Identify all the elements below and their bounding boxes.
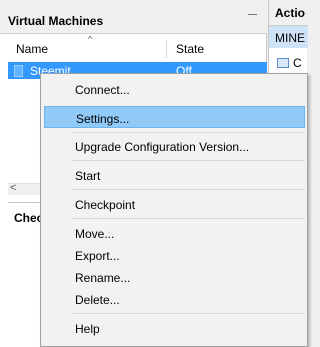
menu-separator	[72, 218, 305, 219]
connect-icon[interactable]	[277, 58, 289, 68]
virtual-machine-icon	[14, 65, 23, 77]
menu-item-label: Start	[75, 169, 101, 183]
vm-context-menu: Connect... Settings... Upgrade Configura…	[40, 73, 308, 347]
menu-item-start[interactable]: Start	[44, 164, 305, 186]
column-header-name[interactable]: Name	[16, 42, 48, 56]
menu-item-label: Checkpoint	[75, 198, 136, 212]
column-divider[interactable]	[166, 40, 167, 58]
actions-title: Actio	[275, 6, 305, 20]
menu-item-rename[interactable]: Rename...	[44, 266, 305, 288]
menu-item-delete[interactable]: Delete...	[44, 288, 305, 310]
menu-item-move[interactable]: Move...	[44, 222, 305, 244]
menu-item-label: Rename...	[75, 271, 131, 285]
virtual-machines-header: Virtual Machines	[0, 0, 267, 34]
menu-item-help[interactable]: Help	[44, 317, 305, 339]
menu-item-label: Upgrade Configuration Version...	[75, 140, 250, 154]
menu-item-settings[interactable]: Settings...	[44, 106, 305, 128]
action-item[interactable]: C	[293, 56, 302, 70]
menu-item-label: Connect...	[75, 83, 130, 97]
menu-item-upgrade-configuration-version[interactable]: Upgrade Configuration Version...	[44, 135, 305, 157]
column-header-state[interactable]: State	[176, 42, 204, 56]
scroll-left-icon[interactable]: <	[10, 182, 16, 194]
sort-ascending-icon: ^	[88, 34, 93, 44]
host-name: MINE	[275, 31, 305, 45]
menu-item-checkpoint[interactable]: Checkpoint	[44, 193, 305, 215]
actions-header: Actio	[269, 0, 308, 26]
menu-item-label: Settings...	[76, 112, 130, 126]
menu-item-label: Move...	[75, 227, 115, 241]
menu-item-label: Help	[75, 322, 100, 336]
column-header-row: ^ Name State	[8, 34, 259, 58]
checkpoints-title: Chec	[14, 211, 44, 225]
minimize-icon[interactable]	[248, 14, 257, 15]
menu-separator	[72, 160, 305, 161]
menu-separator	[72, 189, 305, 190]
menu-separator	[72, 313, 305, 314]
menu-item-connect[interactable]: Connect...	[44, 78, 305, 100]
menu-separator	[72, 132, 305, 133]
menu-item-label: Delete...	[75, 293, 120, 307]
menu-item-label: Export...	[75, 249, 120, 263]
pane-title: Virtual Machines	[8, 14, 104, 28]
menu-item-export[interactable]: Export...	[44, 244, 305, 266]
actions-host-header[interactable]: MINE	[269, 26, 308, 48]
